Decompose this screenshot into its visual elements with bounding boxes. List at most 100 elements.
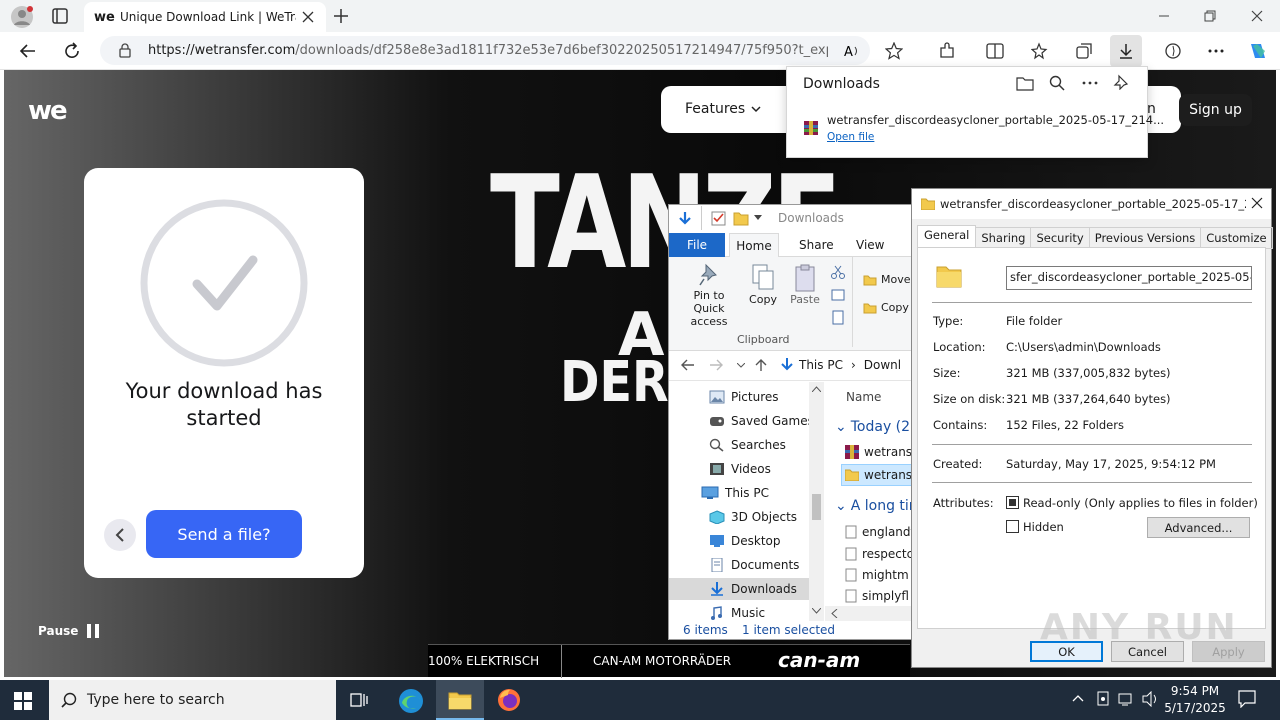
active-tab[interactable]: we Unique Download Link | WeTrans — [84, 2, 326, 32]
nav-scrollbar[interactable] — [809, 382, 824, 621]
advanced-button[interactable]: Advanced... — [1147, 517, 1250, 538]
close-tab-icon[interactable] — [302, 11, 314, 23]
notification-icon[interactable] — [1238, 690, 1256, 708]
back-icon[interactable] — [681, 359, 695, 371]
qat-dropdown-icon[interactable] — [754, 215, 762, 221]
more-menu-icon[interactable] — [1201, 36, 1231, 66]
back-arrow-button[interactable] — [104, 519, 136, 551]
device-icon[interactable] — [1096, 691, 1110, 707]
explorer-taskbar-button[interactable] — [436, 680, 484, 720]
up-icon[interactable] — [755, 358, 767, 372]
tab-security[interactable]: Security — [1031, 227, 1090, 249]
group-long-time[interactable]: ⌄A long tim — [835, 498, 913, 514]
copilot-icon[interactable] — [1243, 36, 1273, 66]
nav-item-desktop[interactable]: Desktop — [709, 534, 781, 548]
split-screen-icon[interactable] — [980, 36, 1010, 66]
back-icon[interactable] — [13, 36, 43, 66]
profile-avatar[interactable] — [10, 5, 34, 29]
ribbon-tab-file[interactable]: File — [669, 233, 725, 257]
new-tab-icon[interactable] — [333, 8, 349, 24]
favorites-icon[interactable] — [1025, 36, 1055, 66]
ad-ticker[interactable]: 100% ELEKTRISCH CAN-AM MOTORRÄDER can-am — [428, 644, 910, 678]
network-icon[interactable] — [1118, 691, 1136, 707]
scroll-down-icon[interactable] — [812, 608, 821, 614]
ribbon-tab-share[interactable]: Share — [799, 238, 834, 252]
breadcrumb-this-pc[interactable]: This PC — [799, 358, 843, 372]
nav-item-searches[interactable]: Searches — [709, 438, 786, 452]
copy-to-button[interactable]: Copy — [863, 301, 909, 314]
address-bar[interactable]: https://wetransfer.com/downloads/df258e8… — [100, 36, 870, 65]
open-file-link[interactable]: Open file — [827, 131, 874, 143]
folder-icon[interactable] — [1016, 75, 1034, 91]
hidden-checkbox[interactable]: Hidden — [1006, 520, 1064, 534]
horizontal-scrollbar[interactable] — [825, 606, 913, 621]
favorite-star-icon[interactable] — [879, 36, 909, 66]
scroll-thumb[interactable] — [812, 494, 821, 520]
list-item[interactable]: simplyfl — [845, 589, 909, 603]
extensions-icon[interactable] — [932, 36, 962, 66]
move-to-button[interactable]: Move — [863, 273, 911, 286]
ribbon-tab-view[interactable]: View — [856, 238, 884, 252]
volume-icon[interactable] — [1142, 691, 1160, 707]
cut-icon[interactable] — [831, 265, 845, 279]
group-today[interactable]: ⌄ Today (2) — [835, 419, 913, 435]
tab-sharing[interactable]: Sharing — [976, 227, 1032, 249]
list-item[interactable]: respectc — [845, 547, 913, 561]
taskbar-search[interactable]: Type here to search — [49, 680, 336, 720]
ribbon-tab-home[interactable]: Home — [729, 233, 779, 258]
properties-check-icon[interactable] — [711, 211, 726, 226]
tab-customize[interactable]: Customize — [1201, 227, 1273, 249]
windows-start-icon[interactable] — [14, 692, 32, 710]
minimize-icon[interactable] — [1158, 10, 1170, 22]
system-clock[interactable]: 9:54 PM 5/17/2025 — [1160, 683, 1230, 717]
browser-essentials-icon[interactable] — [1158, 36, 1188, 66]
breadcrumb[interactable]: This PC › Downl — [799, 358, 901, 372]
send-file-button[interactable]: Send a file? — [146, 510, 302, 558]
edge-icon[interactable] — [398, 688, 424, 714]
column-name-header[interactable]: Name — [846, 390, 881, 404]
readonly-checkbox[interactable]: Read-only (Only applies to files in fold… — [1006, 496, 1258, 510]
chevron-up-icon[interactable] — [1072, 694, 1084, 702]
more-options-icon[interactable] — [1082, 81, 1098, 85]
scroll-up-icon[interactable] — [812, 386, 821, 392]
search-icon[interactable] — [1049, 75, 1065, 91]
signup-button[interactable]: Sign up — [1179, 94, 1252, 126]
nav-item-documents[interactable]: Documents — [709, 558, 799, 572]
nav-item-music[interactable]: Music — [709, 606, 765, 620]
copy-path-icon[interactable] — [831, 289, 845, 301]
firefox-icon[interactable] — [497, 688, 521, 712]
folder-name-field[interactable]: sfer_discordeasycloner_portable_2025-05-… — [1006, 266, 1252, 290]
paste-shortcut-icon[interactable] — [831, 309, 845, 325]
wetransfer-logo[interactable]: we — [28, 96, 68, 126]
nav-item-pictures[interactable]: Pictures — [709, 390, 779, 404]
task-view-icon[interactable] — [350, 692, 368, 708]
refresh-icon[interactable] — [57, 36, 87, 66]
pin-icon[interactable] — [1113, 74, 1129, 90]
copy-button[interactable]: Copy — [745, 263, 781, 306]
read-aloud-icon[interactable]: A — [838, 36, 868, 66]
nav-item-3d-objects[interactable]: 3D Objects — [709, 510, 797, 524]
recent-dropdown-icon[interactable] — [737, 363, 745, 368]
paste-button[interactable]: Paste — [785, 263, 825, 306]
close-icon[interactable] — [1251, 197, 1263, 209]
list-item[interactable]: englandt — [845, 525, 913, 539]
pin-quick-access-button[interactable]: Pin to Quick access — [677, 263, 741, 328]
list-item[interactable]: wetransf — [845, 445, 913, 459]
features-menu[interactable]: Features — [685, 101, 761, 117]
list-item-selected[interactable]: wetransf — [841, 464, 913, 486]
pause-button[interactable]: Pause — [38, 624, 100, 638]
tab-previous-versions[interactable]: Previous Versions — [1089, 227, 1202, 249]
breadcrumb-downloads[interactable]: Downl — [864, 358, 901, 372]
forward-icon[interactable] — [709, 359, 723, 371]
collections-icon[interactable] — [1069, 36, 1099, 66]
tab-general[interactable]: General — [917, 225, 977, 247]
nav-item-this-pc[interactable]: This PC — [701, 486, 769, 500]
nav-item-downloads[interactable]: Downloads — [669, 578, 809, 600]
nav-item-saved-games[interactable]: Saved Games — [709, 414, 814, 428]
new-folder-icon[interactable] — [733, 211, 749, 226]
download-file-name[interactable]: wetransfer_discordeasycloner_portable_20… — [827, 113, 1164, 127]
restore-icon[interactable] — [1204, 10, 1216, 22]
nav-item-videos[interactable]: Videos — [709, 462, 771, 476]
close-window-icon[interactable] — [1251, 10, 1263, 22]
lock-icon[interactable] — [118, 43, 132, 58]
